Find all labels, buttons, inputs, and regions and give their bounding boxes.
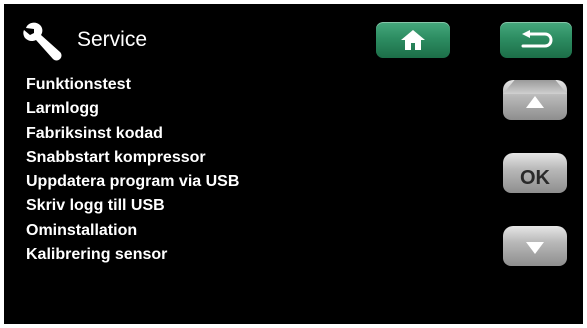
home-button[interactable] bbox=[376, 22, 450, 58]
arrow-up-icon bbox=[526, 96, 544, 108]
menu-item-fabriksinst-kodad[interactable]: Fabriksinst kodad bbox=[26, 122, 239, 146]
back-button[interactable] bbox=[500, 22, 572, 58]
scroll-down-button[interactable] bbox=[503, 226, 567, 266]
menu-item-ominstallation[interactable]: Ominstallation bbox=[26, 219, 239, 243]
home-icon bbox=[401, 30, 425, 50]
menu-item-funktionstest[interactable]: Funktionstest bbox=[26, 73, 239, 97]
arrow-down-icon bbox=[526, 242, 544, 254]
menu-item-snabbstart-kompressor[interactable]: Snabbstart kompressor bbox=[26, 146, 239, 170]
ok-label: OK bbox=[520, 167, 550, 189]
service-screen: Service Funktionstest Larmlogg Fabriksin… bbox=[4, 4, 583, 324]
menu-item-uppdatera-program[interactable]: Uppdatera program via USB bbox=[26, 170, 239, 194]
menu-item-kalibrering-sensor[interactable]: Kalibrering sensor bbox=[26, 243, 239, 267]
scroll-up-button[interactable] bbox=[503, 80, 567, 120]
ok-button[interactable]: OK bbox=[503, 153, 567, 193]
back-arrow-icon bbox=[521, 30, 553, 48]
menu-item-larmlogg[interactable]: Larmlogg bbox=[26, 97, 239, 121]
wrench-icon bbox=[23, 22, 62, 61]
menu-item-skriv-logg[interactable]: Skriv logg till USB bbox=[26, 194, 239, 218]
page-title: Service bbox=[77, 28, 148, 51]
service-menu: Funktionstest Larmlogg Fabriksinst kodad… bbox=[26, 73, 239, 267]
